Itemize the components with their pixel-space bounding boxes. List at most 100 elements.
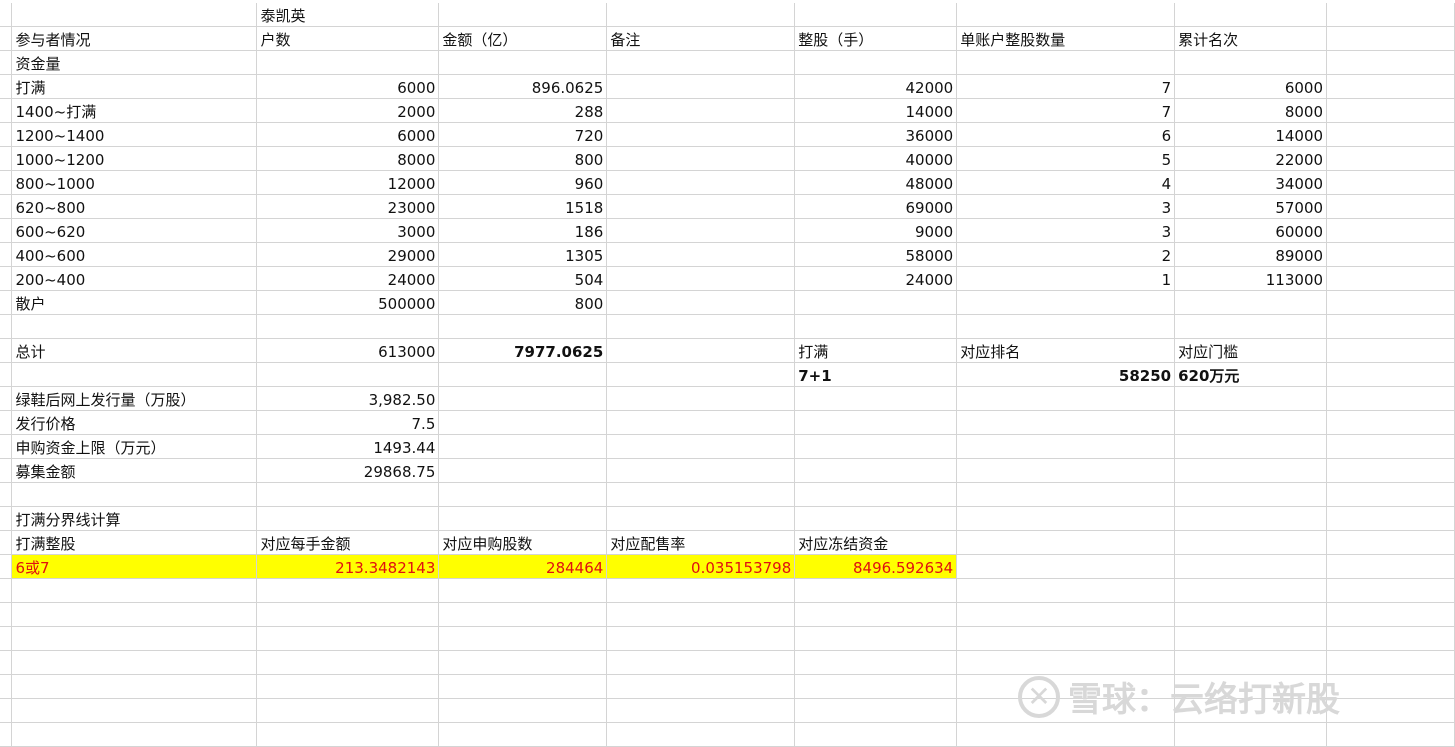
amount-cell[interactable]: 896.0625 — [438, 74, 608, 99]
info-value[interactable]: 7.5 — [256, 410, 440, 435]
cell[interactable] — [606, 50, 796, 75]
cell[interactable] — [1326, 554, 1455, 579]
cell[interactable] — [1326, 458, 1455, 483]
cell[interactable] — [256, 314, 440, 339]
cell[interactable] — [438, 650, 608, 675]
per-account-cell[interactable] — [956, 290, 1176, 315]
cell[interactable] — [606, 674, 796, 699]
amount-cell[interactable]: 1305 — [438, 242, 608, 267]
row-header[interactable] — [0, 386, 13, 411]
cell[interactable] — [1326, 98, 1455, 123]
info-value[interactable]: 29868.75 — [256, 458, 440, 483]
row-header[interactable] — [0, 578, 13, 603]
header-per-account[interactable]: 单账户整股数量 — [956, 26, 1176, 51]
cumulative-cell[interactable]: 89000 — [1174, 242, 1328, 267]
cell[interactable] — [11, 722, 258, 747]
cell[interactable] — [1174, 554, 1328, 579]
cell[interactable] — [794, 410, 958, 435]
calc-value[interactable]: 213.3482143 — [256, 554, 440, 579]
capital-label[interactable]: 资金量 — [11, 50, 258, 75]
cell[interactable] — [1174, 722, 1328, 747]
cell[interactable] — [956, 50, 1176, 75]
per-account-cell[interactable]: 3 — [956, 194, 1176, 219]
cell[interactable] — [1326, 218, 1455, 243]
cumulative-cell[interactable]: 6000 — [1174, 74, 1328, 99]
amount-cell[interactable]: 1518 — [438, 194, 608, 219]
row-header[interactable] — [0, 650, 13, 675]
cell[interactable] — [606, 338, 796, 363]
households-cell[interactable]: 8000 — [256, 146, 440, 171]
cell[interactable] — [794, 626, 958, 651]
header-amount[interactable]: 金额（亿） — [438, 26, 608, 51]
row-label[interactable]: 620~800 — [11, 194, 258, 219]
cell[interactable] — [438, 674, 608, 699]
row-header[interactable] — [0, 290, 13, 315]
cell[interactable] — [606, 458, 796, 483]
lots-cell[interactable]: 58000 — [794, 242, 958, 267]
cell[interactable] — [956, 458, 1176, 483]
cell[interactable] — [438, 458, 608, 483]
cell[interactable] — [438, 602, 608, 627]
cell[interactable] — [256, 674, 440, 699]
lots-cell[interactable]: 14000 — [794, 98, 958, 123]
cell[interactable] — [11, 3, 258, 27]
cell[interactable] — [438, 698, 608, 723]
cell[interactable] — [1326, 74, 1455, 99]
row-label[interactable]: 散户 — [11, 290, 258, 315]
cell[interactable] — [606, 386, 796, 411]
lots-cell[interactable] — [794, 290, 958, 315]
calc-header[interactable]: 对应冻结资金 — [794, 530, 958, 555]
total-amount[interactable]: 7977.0625 — [438, 338, 608, 363]
cell[interactable] — [1174, 602, 1328, 627]
per-account-cell[interactable]: 7 — [956, 98, 1176, 123]
cell[interactable] — [1326, 482, 1455, 507]
row-header[interactable] — [0, 482, 13, 507]
brand-cell[interactable]: 泰凯英 — [256, 3, 440, 27]
amount-cell[interactable]: 800 — [438, 290, 608, 315]
lots-cell[interactable]: 48000 — [794, 170, 958, 195]
households-cell[interactable]: 23000 — [256, 194, 440, 219]
cell[interactable] — [956, 434, 1176, 459]
cell[interactable] — [438, 482, 608, 507]
lots-cell[interactable]: 42000 — [794, 74, 958, 99]
households-cell[interactable]: 6000 — [256, 74, 440, 99]
row-header[interactable] — [0, 26, 13, 51]
total-households[interactable]: 613000 — [256, 338, 440, 363]
calc-value[interactable]: 6或7 — [11, 554, 258, 579]
per-account-cell[interactable]: 4 — [956, 170, 1176, 195]
cell[interactable] — [256, 506, 440, 531]
cell[interactable] — [1174, 578, 1328, 603]
households-cell[interactable]: 29000 — [256, 242, 440, 267]
cell[interactable] — [794, 3, 958, 27]
cell[interactable] — [1326, 122, 1455, 147]
cell[interactable] — [11, 578, 258, 603]
cell[interactable] — [606, 242, 796, 267]
amount-cell[interactable]: 288 — [438, 98, 608, 123]
cell[interactable] — [956, 482, 1176, 507]
amount-cell[interactable]: 186 — [438, 218, 608, 243]
cell[interactable] — [11, 650, 258, 675]
cumulative-cell[interactable] — [1174, 290, 1328, 315]
per-account-cell[interactable]: 6 — [956, 122, 1176, 147]
cell[interactable] — [956, 314, 1176, 339]
cell[interactable] — [606, 290, 796, 315]
row-header[interactable] — [0, 506, 13, 531]
info-label[interactable]: 绿鞋后网上发行量（万股） — [11, 386, 258, 411]
row-header[interactable] — [0, 266, 13, 291]
cell[interactable] — [256, 698, 440, 723]
full-value[interactable]: 7+1 — [794, 362, 958, 387]
calc-value[interactable]: 284464 — [438, 554, 608, 579]
households-cell[interactable]: 24000 — [256, 266, 440, 291]
cell[interactable] — [606, 626, 796, 651]
calc-header[interactable]: 对应申购股数 — [438, 530, 608, 555]
row-header[interactable] — [0, 3, 13, 27]
info-value[interactable]: 1493.44 — [256, 434, 440, 459]
cell[interactable] — [606, 218, 796, 243]
cell[interactable] — [1326, 530, 1455, 555]
lots-cell[interactable]: 36000 — [794, 122, 958, 147]
cell[interactable] — [1326, 146, 1455, 171]
per-account-cell[interactable]: 1 — [956, 266, 1176, 291]
cell[interactable] — [438, 506, 608, 531]
row-label[interactable]: 1400~打满 — [11, 98, 258, 123]
amount-cell[interactable]: 800 — [438, 146, 608, 171]
